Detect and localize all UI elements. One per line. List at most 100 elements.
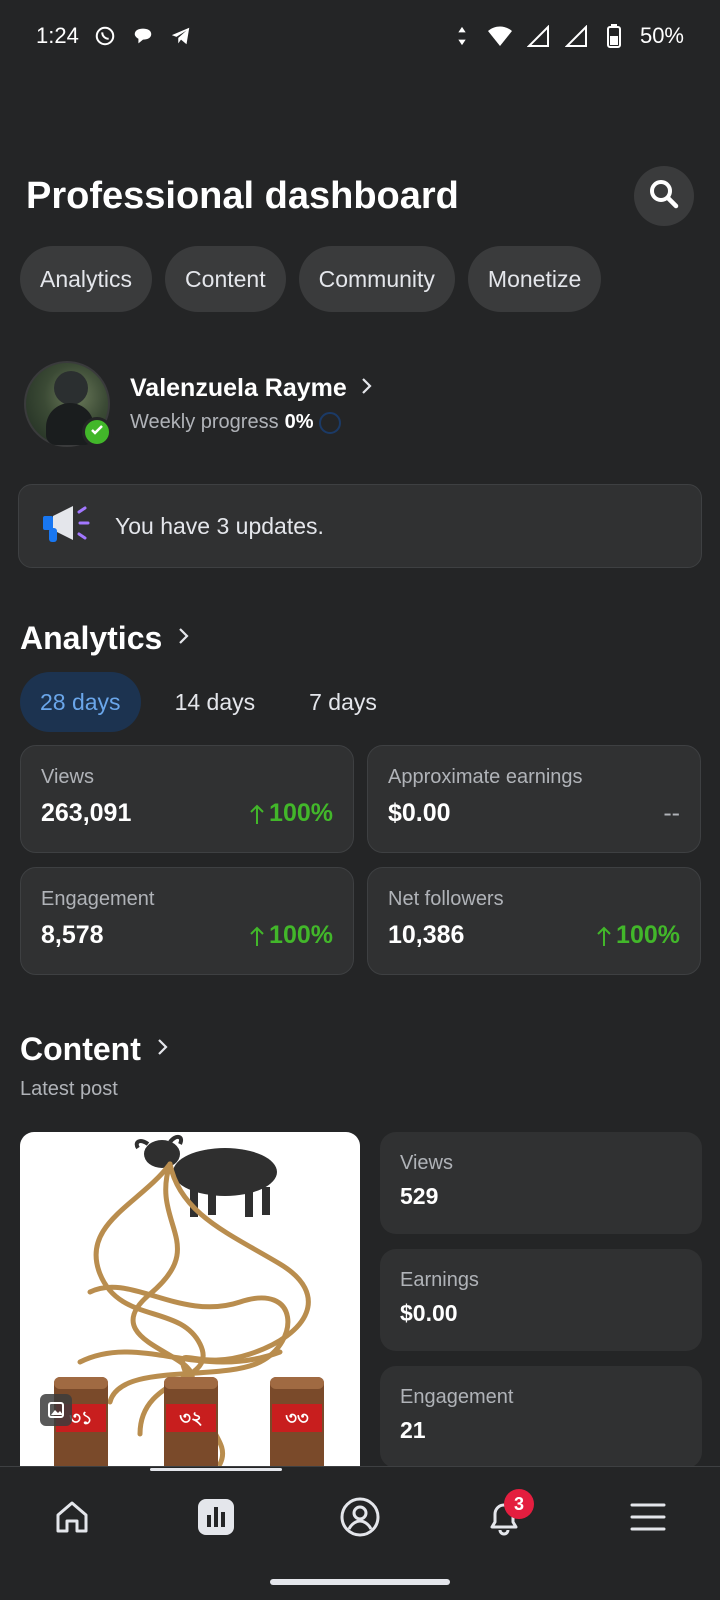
nav-menu[interactable]: [618, 1489, 678, 1549]
whatsapp-icon: [93, 24, 117, 48]
stat-change: 100%: [249, 921, 333, 950]
chevron-right-icon: [157, 1037, 169, 1062]
chevron-right-icon: [361, 376, 373, 401]
weekly-progress: Weekly progress 0%: [130, 411, 373, 434]
chevron-right-icon: [178, 626, 190, 651]
stat-row: $0.00 --: [388, 799, 680, 828]
post-stat-label: Engagement: [400, 1386, 514, 1408]
search-icon: [648, 178, 680, 215]
stat-change-value: 100%: [269, 799, 333, 827]
home-icon: [52, 1497, 92, 1542]
arrow-up-icon: [597, 926, 611, 946]
photo-icon: [40, 1394, 72, 1426]
stat-label: Net followers: [388, 888, 504, 910]
stat-value: $0.00: [388, 799, 451, 827]
stat-change: --: [663, 799, 680, 827]
dashboard-tabs: Analytics Content Community Monetize: [20, 246, 602, 312]
profile-name: Valenzuela Rayme: [130, 374, 347, 402]
gesture-bar: [270, 1579, 450, 1585]
stat-row: 10,386 100%: [388, 921, 680, 950]
avatar-head-shape: [54, 371, 88, 405]
notification-count-badge: 3: [504, 1489, 534, 1519]
signal-icon: [526, 24, 550, 48]
updates-text: You have 3 updates.: [115, 512, 324, 539]
avatar[interactable]: [24, 361, 112, 447]
battery-icon: [602, 24, 626, 48]
analytics-header[interactable]: Analytics: [20, 620, 190, 657]
post-stat-value: 21: [400, 1417, 426, 1443]
range-14-days[interactable]: 14 days: [155, 672, 276, 732]
progress-value: 0%: [284, 411, 314, 433]
page-title: Professional dashboard: [26, 174, 459, 217]
stat-value: 8,578: [41, 921, 104, 949]
range-28-days[interactable]: 28 days: [20, 672, 141, 732]
updates-card[interactable]: You have 3 updates.: [18, 484, 702, 568]
battery-percent: 50%: [639, 23, 684, 48]
stat-card-engagement[interactable]: Engagement 8,578 100%: [20, 867, 354, 975]
status-right: 50%: [450, 23, 684, 49]
post-label-2: ৩২: [179, 1408, 202, 1429]
progress-label: Weekly progress: [130, 411, 279, 433]
status-time: 1:24: [36, 23, 79, 48]
check-icon: [89, 422, 105, 443]
stat-change-value: 100%: [269, 921, 333, 949]
arrow-up-icon: [250, 926, 264, 946]
tab-community[interactable]: Community: [298, 246, 455, 312]
latest-post-label: Latest post: [20, 1078, 118, 1100]
stat-change: 100%: [596, 921, 680, 950]
latest-post-thumbnail[interactable]: ৩১ ৩২ ৩৩: [20, 1132, 360, 1472]
bottom-nav: 3: [0, 1466, 720, 1600]
post-label-3: ৩৩: [285, 1408, 309, 1429]
header: Professional dashboard: [26, 164, 694, 228]
stat-card-views[interactable]: Views 263,091 100%: [20, 745, 354, 853]
nav-dashboard[interactable]: [186, 1489, 246, 1549]
megaphone-icon: [41, 502, 93, 551]
progress-ring-icon: [319, 411, 342, 434]
stat-row: 8,578 100%: [41, 921, 333, 950]
content-title: Content: [20, 1031, 141, 1067]
post-stat-value: 529: [400, 1183, 439, 1209]
telegram-icon: [169, 24, 193, 48]
stat-label: Views: [41, 766, 94, 788]
status-bar: 1:24 50%: [0, 0, 720, 72]
stat-row: 263,091 100%: [41, 799, 333, 828]
wifi-icon: [487, 24, 512, 48]
nav-profile[interactable]: [330, 1489, 390, 1549]
content-header[interactable]: Content: [20, 1031, 169, 1068]
arrow-up-icon: [250, 804, 264, 824]
data-arrows-icon: [450, 24, 474, 48]
verified-badge: [82, 417, 112, 447]
tab-content[interactable]: Content: [165, 246, 286, 312]
post-stat-earnings[interactable]: Earnings $0.00: [380, 1249, 702, 1351]
stat-change: 100%: [249, 799, 333, 828]
tab-monetize[interactable]: Monetize: [467, 246, 602, 312]
analytics-title: Analytics: [20, 620, 163, 656]
dashboard-icon: [196, 1497, 236, 1542]
stat-card-net-followers[interactable]: Net followers 10,386 100%: [367, 867, 701, 975]
nav-notifications[interactable]: 3: [474, 1489, 534, 1549]
chat-icon: [131, 24, 155, 48]
menu-icon: [630, 1501, 666, 1538]
stat-label: Engagement: [41, 888, 155, 910]
stat-card-earnings[interactable]: Approximate earnings $0.00 --: [367, 745, 701, 853]
post-stat-views[interactable]: Views 529: [380, 1132, 702, 1234]
stat-change-value: 100%: [616, 921, 680, 949]
nav-home[interactable]: [42, 1489, 102, 1549]
signal-icon: [564, 24, 588, 48]
stat-value: 263,091: [41, 799, 132, 827]
profile-name-row: Valenzuela Rayme: [130, 374, 373, 403]
post-stat-label: Earnings: [400, 1269, 479, 1291]
stat-label: Approximate earnings: [388, 766, 583, 788]
stat-value: 10,386: [388, 921, 465, 949]
scroll-indicator: [150, 1468, 282, 1471]
post-label-1: ৩১: [69, 1408, 92, 1429]
post-stat-engagement[interactable]: Engagement 21: [380, 1366, 702, 1468]
range-7-days[interactable]: 7 days: [289, 672, 397, 732]
tab-analytics[interactable]: Analytics: [20, 246, 153, 312]
range-tabs: 28 days 14 days 7 days: [20, 672, 411, 732]
status-left: 1:24: [36, 23, 193, 49]
profile-row[interactable]: Valenzuela Rayme Weekly progress 0%: [24, 360, 704, 448]
search-button[interactable]: [634, 166, 694, 226]
profile-text: Valenzuela Rayme Weekly progress 0%: [130, 374, 373, 434]
post-stat-label: Views: [400, 1152, 453, 1174]
